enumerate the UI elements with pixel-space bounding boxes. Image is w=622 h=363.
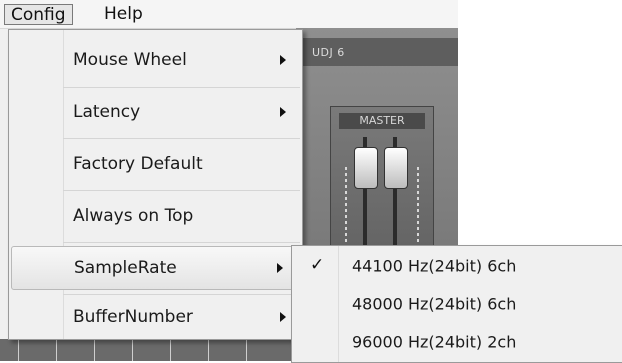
strip-divider bbox=[94, 339, 95, 361]
config-dropdown-menu: Mouse Wheel Latency Factory Default Alwa… bbox=[8, 29, 303, 340]
submenu-arrow-icon bbox=[280, 107, 286, 117]
menu-item-label: Always on Top bbox=[73, 206, 194, 226]
menu-item-mouse-wheel[interactable]: Mouse Wheel bbox=[63, 36, 300, 84]
device-model-label: UDJ 6 bbox=[312, 46, 345, 59]
submenu-arrow-icon bbox=[280, 312, 286, 322]
submenu-item-label: 96000 Hz(24bit) 2ch bbox=[352, 332, 517, 352]
menu-item-always-on-top[interactable]: Always on Top bbox=[63, 192, 300, 240]
checkmark-icon: ✓ bbox=[310, 255, 325, 275]
menu-separator bbox=[63, 138, 300, 139]
submenu-arrow-icon bbox=[280, 55, 286, 65]
master-label: MASTER bbox=[339, 113, 425, 129]
samplerate-option-44100[interactable]: 44100 Hz(24bit) 6ch bbox=[338, 248, 622, 284]
strip-divider bbox=[170, 339, 171, 361]
channel-strip-bottom bbox=[0, 339, 296, 361]
strip-divider bbox=[18, 339, 19, 361]
menu-item-buffernumber[interactable]: BufferNumber bbox=[63, 295, 300, 339]
strip-divider bbox=[208, 339, 209, 361]
strip-divider bbox=[246, 339, 247, 361]
samplerate-submenu: ✓ 44100 Hz(24bit) 6ch 48000 Hz(24bit) 6c… bbox=[291, 245, 622, 363]
master-fader-left[interactable] bbox=[354, 147, 378, 189]
menu-item-label: Factory Default bbox=[73, 154, 203, 174]
menu-item-latency[interactable]: Latency bbox=[63, 88, 300, 136]
submenu-item-label: 48000 Hz(24bit) 6ch bbox=[352, 294, 517, 314]
menu-help[interactable]: Help bbox=[98, 4, 149, 25]
samplerate-option-48000[interactable]: 48000 Hz(24bit) 6ch bbox=[338, 286, 622, 322]
samplerate-option-96000[interactable]: 96000 Hz(24bit) 2ch bbox=[338, 324, 622, 360]
device-header-strip: UDJ 6 bbox=[296, 38, 458, 66]
menu-item-label: BufferNumber bbox=[73, 307, 193, 327]
menu-item-label: Mouse Wheel bbox=[73, 50, 187, 70]
menu-item-label: Latency bbox=[73, 102, 141, 122]
menu-icon-gutter bbox=[9, 30, 64, 339]
master-fader-right[interactable] bbox=[384, 147, 408, 189]
menu-bar: Config Help bbox=[0, 0, 458, 29]
menu-item-factory-default[interactable]: Factory Default bbox=[63, 140, 300, 188]
strip-divider bbox=[132, 339, 133, 361]
menu-config[interactable]: Config bbox=[4, 4, 73, 25]
menu-separator bbox=[63, 242, 300, 243]
strip-divider bbox=[56, 339, 57, 361]
menu-item-samplerate[interactable]: SampleRate bbox=[11, 246, 298, 290]
submenu-arrow-icon bbox=[277, 263, 283, 273]
submenu-item-label: 44100 Hz(24bit) 6ch bbox=[352, 256, 517, 276]
menu-item-label: SampleRate bbox=[74, 258, 177, 278]
menu-separator bbox=[63, 190, 300, 191]
